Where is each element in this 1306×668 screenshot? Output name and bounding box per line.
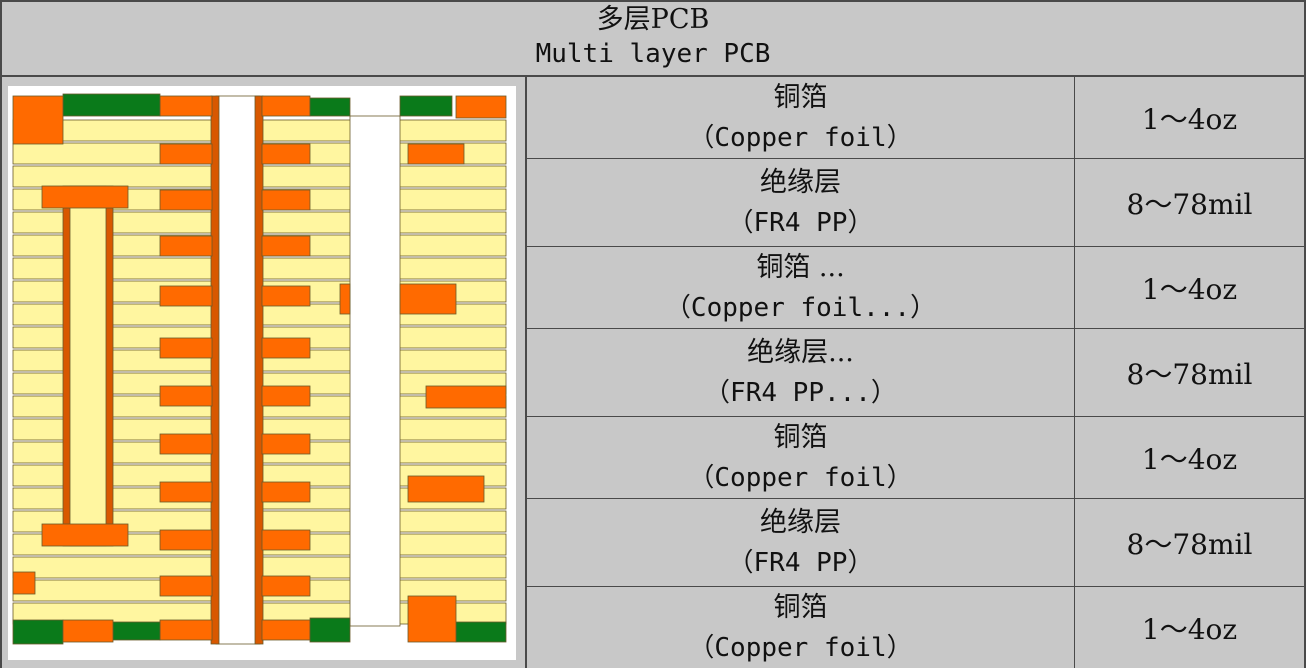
copper-trace: [339, 283, 351, 315]
header-title-en: Multi layer PCB: [535, 39, 771, 69]
layer-name-cell: 绝缘层... （FR4 PP...）: [527, 329, 1074, 416]
copper-pad: [12, 95, 64, 145]
solder-mask: [455, 621, 507, 643]
solder-mask: [309, 97, 351, 117]
copper-pad: [41, 523, 129, 547]
copper-pad: [261, 481, 311, 503]
copper-trace: [425, 385, 507, 409]
layer-name-en: （FR4 PP）: [727, 547, 874, 578]
copper-pad: [159, 481, 213, 503]
layer-value-cell: 1～4oz: [1075, 587, 1304, 668]
layer-table: 多层PCB Multi layer PCB 铜箔 （Copper foil） 1…: [0, 0, 1306, 668]
copper-pad: [159, 189, 213, 211]
layer-value: 1～4oz: [1141, 442, 1238, 476]
copper-pad: [261, 235, 311, 257]
copper-pad: [261, 95, 311, 117]
copper-pad: [41, 185, 129, 209]
layer-name-cn: 铜箔: [773, 591, 828, 623]
copper-pad: [159, 575, 213, 597]
copper-pad: [455, 95, 507, 119]
copper-pad: [62, 619, 114, 643]
solder-mask: [62, 93, 161, 117]
copper-pad: [12, 571, 36, 595]
copper-pad: [261, 189, 311, 211]
layer-name-cn: 绝缘层: [760, 506, 841, 538]
copper-pad: [261, 619, 311, 641]
layer-name-cn: 绝缘层...: [747, 336, 854, 368]
via-plating: [210, 95, 220, 645]
copper-pad: [159, 529, 213, 551]
copper-pad: [261, 529, 311, 551]
copper-pad: [159, 143, 213, 165]
layer-name-cell: 绝缘层 （FR4 PP）: [527, 499, 1074, 586]
solder-mask: [309, 617, 351, 643]
copper-pad: [159, 385, 213, 407]
layer-value-cell: 1～4oz: [1075, 77, 1304, 158]
copper-pad: [261, 433, 311, 455]
copper-pad: [159, 337, 213, 359]
layer-name-cell: 铜箔 （Copper foil）: [527, 587, 1074, 668]
copper-pad: [261, 285, 311, 307]
layer-value-cell: 8～78mil: [1075, 329, 1304, 416]
layer-value-cell: 8～78mil: [1075, 499, 1304, 586]
copper-pad: [261, 337, 311, 359]
layer-value: 8～78mil: [1126, 357, 1253, 391]
pcb-cross-section-illustration: [8, 86, 516, 660]
layer-name-cell: 铜箔 （Copper foil）: [527, 417, 1074, 498]
outer-border-top: [0, 0, 1306, 2]
layer-name-en: （Copper foil...）: [664, 292, 937, 323]
through-hole-via: [215, 95, 261, 645]
copper-pad: [261, 385, 311, 407]
through-hole-via: [349, 115, 401, 627]
layer-name-en: （Copper foil）: [688, 632, 913, 663]
copper-pad: [261, 143, 311, 165]
layer-value: 1～4oz: [1141, 612, 1238, 646]
layer-name-cell: 绝缘层 （FR4 PP）: [527, 159, 1074, 246]
copper-pad: [159, 433, 213, 455]
buried-via-fill: [69, 185, 107, 547]
solder-mask: [12, 619, 64, 645]
layer-name-cn: 绝缘层: [760, 166, 841, 198]
layer-name-cell: 铜箔 ... （Copper foil...）: [527, 247, 1074, 328]
layer-name-cn: 铜箔: [773, 81, 828, 113]
layer-name-en: （FR4 PP）: [727, 207, 874, 238]
layer-name-cn: 铜箔: [773, 421, 828, 453]
copper-pad: [407, 595, 457, 643]
layer-value-cell: 1～4oz: [1075, 417, 1304, 498]
copper-pad: [261, 575, 311, 597]
copper-pad: [159, 235, 213, 257]
copper-trace: [407, 143, 465, 165]
layer-value: 8～78mil: [1126, 527, 1253, 561]
layer-value: 1～4oz: [1141, 272, 1238, 306]
layer-value: 8～78mil: [1126, 187, 1253, 221]
layer-value-cell: 8～78mil: [1075, 159, 1304, 246]
layer-name-en: （Copper foil）: [688, 122, 913, 153]
layer-name-en: （Copper foil）: [688, 462, 913, 493]
solder-mask: [399, 95, 453, 117]
layer-name-en: （FR4 PP...）: [704, 377, 897, 408]
pcb-cross-section-svg: [12, 93, 507, 645]
copper-trace: [407, 475, 485, 503]
copper-pad: [159, 285, 213, 307]
copper-pad: [159, 95, 213, 117]
copper-trace: [399, 283, 457, 315]
via-plating: [254, 95, 264, 645]
copper-pad: [159, 619, 213, 641]
layer-name-cell: 铜箔 （Copper foil）: [527, 77, 1074, 158]
solder-mask: [112, 621, 161, 641]
layer-value: 1～4oz: [1141, 102, 1238, 136]
layer-value-cell: 1～4oz: [1075, 247, 1304, 328]
table-header: 多层PCB Multi layer PCB: [0, 0, 1306, 76]
outer-border-left: [0, 0, 2, 668]
layer-name-cn: 铜箔 ...: [756, 251, 845, 283]
